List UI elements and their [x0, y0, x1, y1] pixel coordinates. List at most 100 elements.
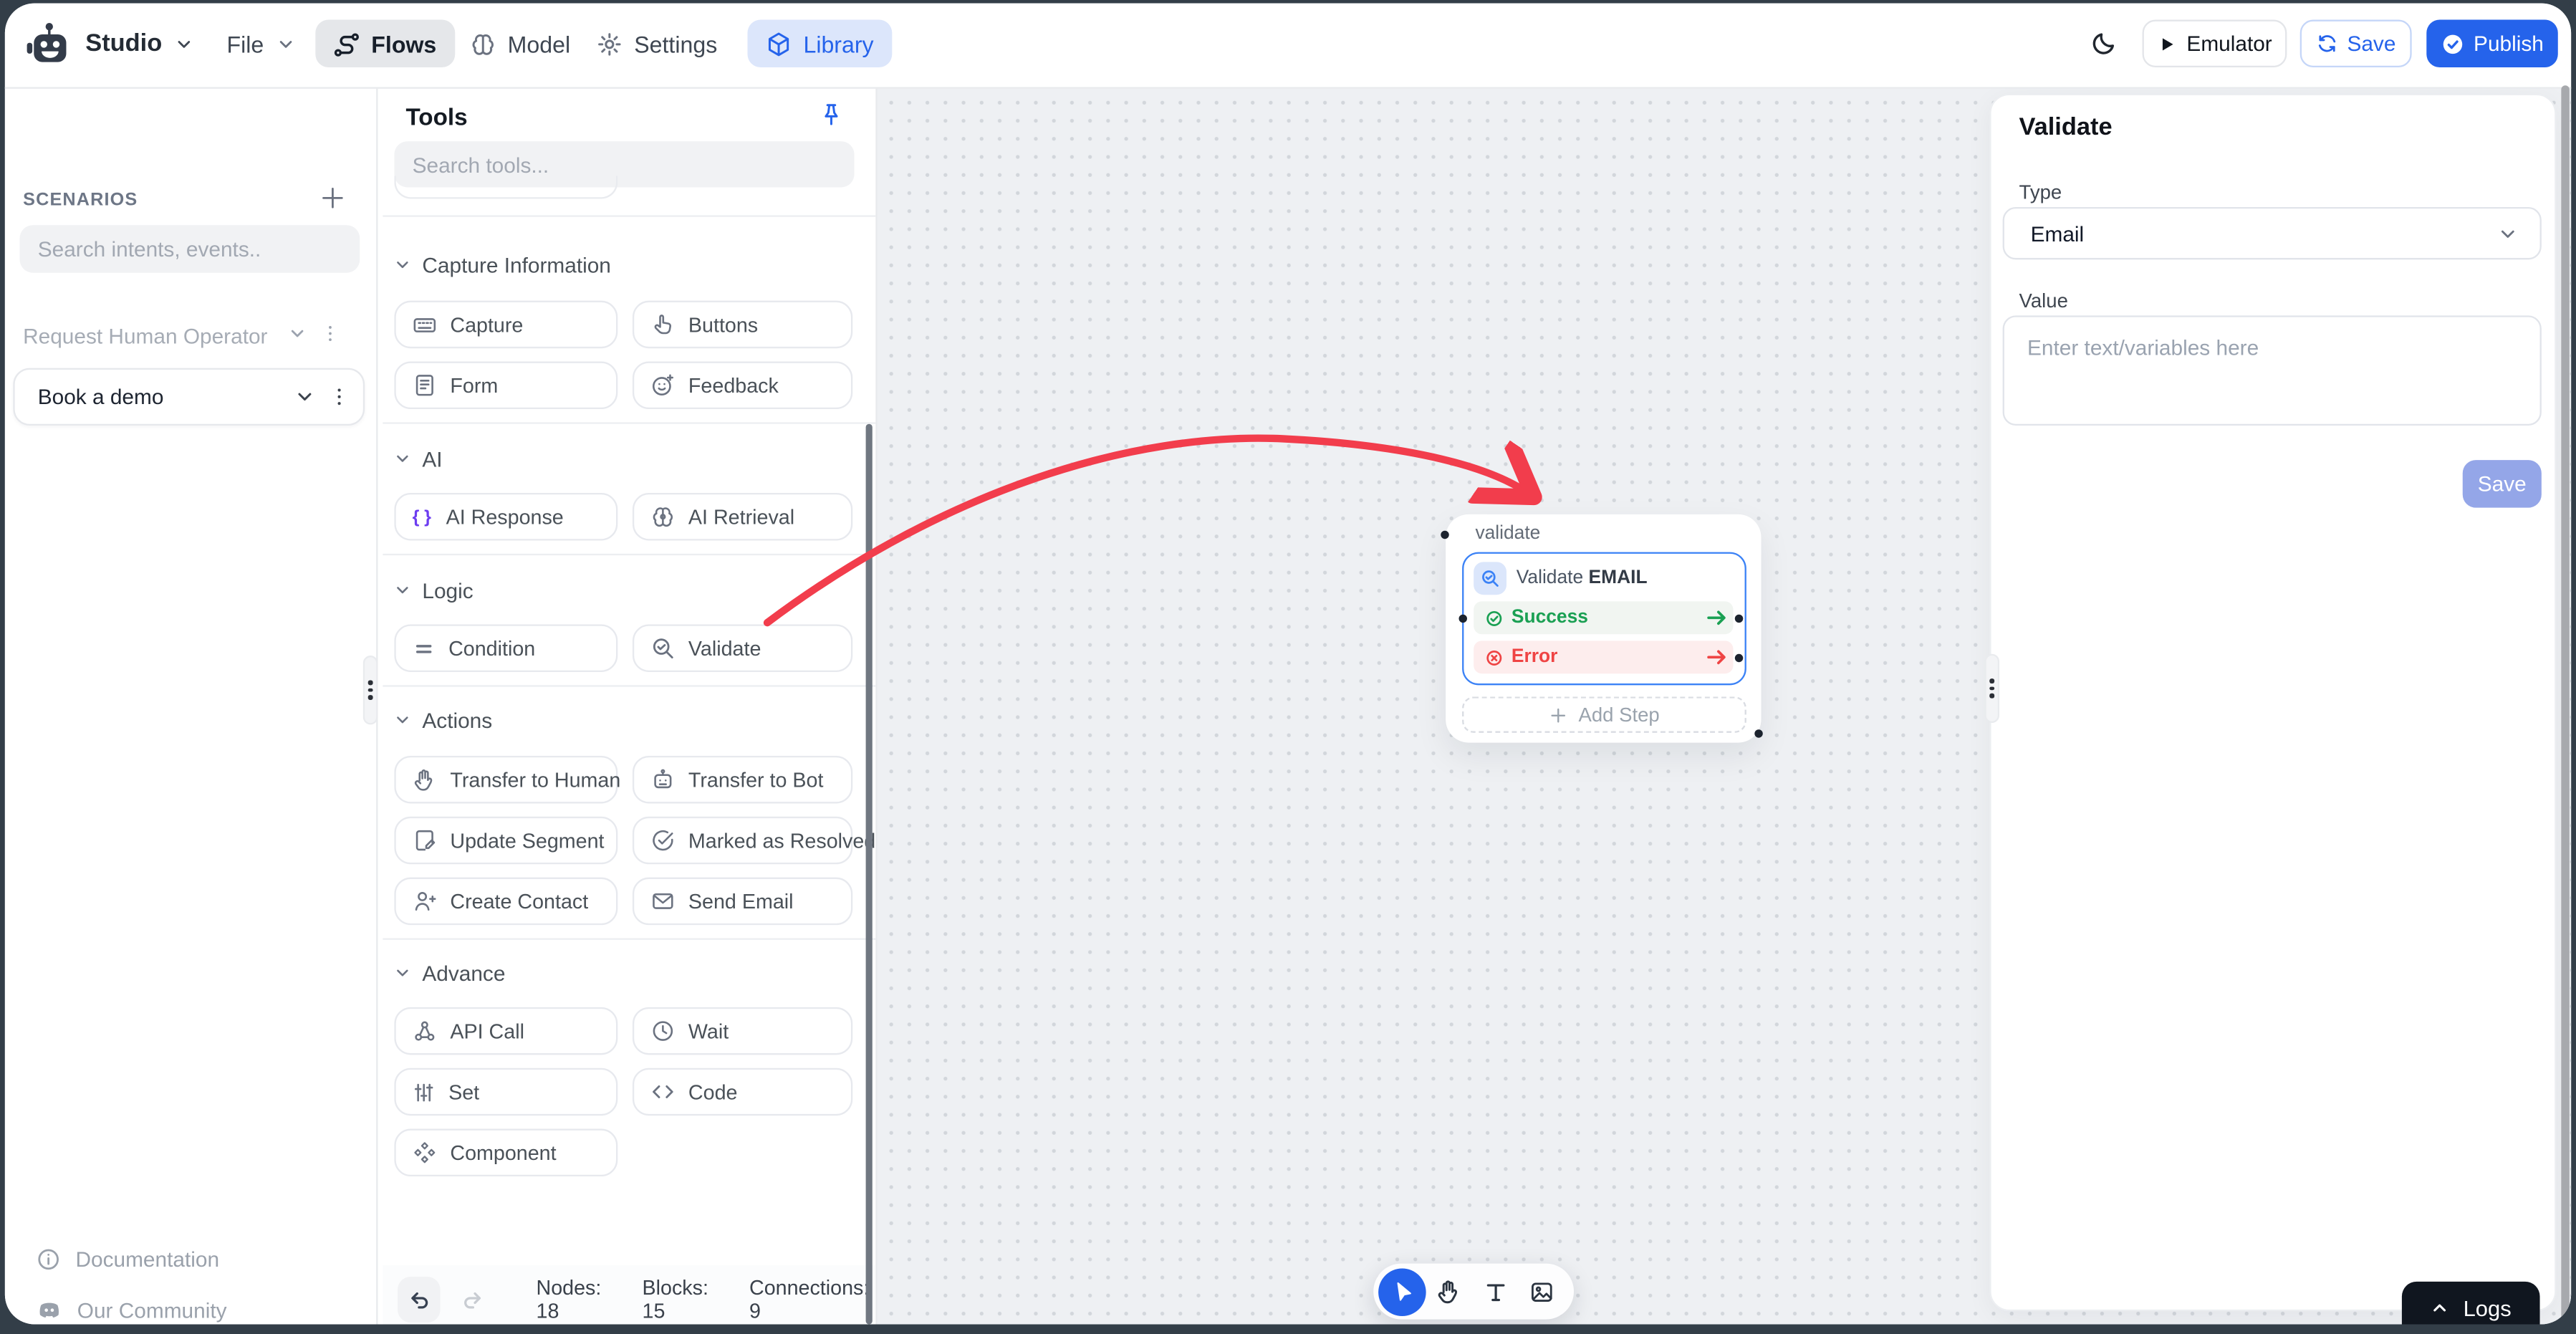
section-label: Capture Information [422, 252, 611, 277]
image-tool-button[interactable] [1518, 1268, 1564, 1314]
text-tool-icon [1483, 1279, 1507, 1303]
error-branch-row[interactable]: Error [1474, 640, 1733, 673]
tools-scrollbar[interactable] [866, 424, 873, 1325]
port-arrow-icon [1707, 610, 1729, 626]
kebab-menu-icon[interactable] [329, 386, 350, 408]
palm-hand-icon [1436, 1278, 1462, 1305]
scenario-item-request-human-operator[interactable]: Request Human Operator [23, 320, 353, 350]
brand-menu[interactable]: Studio [24, 20, 193, 68]
tool-ai-response[interactable]: { } AI Response [394, 493, 617, 541]
tool-validate[interactable]: Validate [633, 624, 852, 672]
tool-marked-as-resolved[interactable]: Marked as Resolved [633, 817, 852, 865]
block-left-port[interactable] [1459, 615, 1467, 623]
validate-block[interactable]: Validate EMAIL Success [1462, 552, 1746, 686]
tool-transfer-to-human[interactable]: Transfer to Human [394, 756, 617, 804]
error-label: Error [1512, 648, 1558, 668]
divider [383, 685, 875, 686]
chevron-down-icon[interactable] [287, 324, 307, 344]
cube-icon [766, 30, 792, 57]
palm-hand-icon [413, 767, 437, 792]
publish-button[interactable]: Publish [2426, 20, 2557, 68]
pushpin-icon[interactable] [818, 102, 845, 128]
section-advance[interactable]: Advance [394, 959, 505, 986]
brand-label: Studio [85, 29, 162, 57]
scenario-label: Book a demo [38, 385, 164, 409]
tool-label: Component [450, 1141, 556, 1164]
tab-settings-label: Settings [634, 30, 717, 57]
play-icon [2157, 34, 2177, 54]
window-scrollbar[interactable] [2561, 85, 2569, 1321]
tool-component[interactable]: Component [394, 1129, 617, 1177]
section-logic[interactable]: Logic [394, 577, 473, 603]
node-bottom-port[interactable] [1754, 729, 1762, 737]
flow-node-validate[interactable]: validate Validate EMAIL Su [1446, 514, 1761, 743]
tool-form[interactable]: Form [394, 362, 617, 410]
theme-toggle-moon-icon[interactable] [2090, 29, 2118, 57]
redo-button[interactable] [453, 1280, 490, 1320]
tools-footer: Nodes: 18 Blocks: 15 Connections: 9 [383, 1265, 875, 1325]
save-button[interactable]: Save [2463, 460, 2542, 508]
tab-model[interactable]: Model [470, 20, 570, 68]
tool-label: Transfer to Bot [688, 768, 824, 791]
tool-api-call[interactable]: API Call [394, 1007, 617, 1055]
community-link[interactable]: Our Community [36, 1296, 226, 1323]
type-select[interactable]: Email [2003, 207, 2542, 259]
tool-code[interactable]: Code [633, 1068, 852, 1116]
tool-create-contact[interactable]: Create Contact [394, 878, 617, 926]
tool-label: Wait [688, 1019, 729, 1042]
undo-button[interactable] [398, 1277, 441, 1323]
value-input[interactable] [2003, 315, 2542, 426]
sidebar-resize-handle[interactable] [363, 656, 378, 724]
tool-capture[interactable]: Capture [394, 301, 617, 349]
logs-button[interactable]: Logs [2402, 1282, 2540, 1325]
text-tool-button[interactable] [1472, 1268, 1518, 1314]
tool-update-segment[interactable]: Update Segment [394, 817, 617, 865]
menu-file[interactable]: File [226, 20, 294, 68]
pan-tool-button[interactable] [1426, 1268, 1472, 1314]
tool-condition[interactable]: Condition [394, 624, 617, 672]
tab-flows[interactable]: Flows [315, 20, 454, 68]
brain-dot-icon [650, 504, 675, 529]
tab-settings[interactable]: Settings [596, 20, 717, 68]
chevron-down-icon [2497, 223, 2519, 244]
section-capture-information[interactable]: Capture Information [394, 251, 611, 278]
scenario-item-book-a-demo[interactable]: Book a demo [13, 368, 365, 426]
tool-label: Create Contact [450, 890, 588, 913]
documentation-link[interactable]: Documentation [36, 1247, 219, 1272]
success-output-port[interactable] [1735, 615, 1743, 623]
circle-check-icon [650, 828, 675, 853]
section-ai[interactable]: AI [394, 446, 442, 472]
panel-resize-handle[interactable] [1984, 654, 1999, 723]
plus-icon [1549, 706, 1567, 724]
tool-label: Buttons [688, 313, 758, 336]
tool-send-email[interactable]: Send Email [633, 878, 852, 926]
gear-icon [596, 30, 623, 57]
success-branch-row[interactable]: Success [1474, 601, 1733, 634]
chevron-down-icon[interactable] [294, 386, 316, 408]
app-window: validate Validate EMAIL Su [5, 4, 2571, 1325]
add-step-button[interactable]: Add Step [1462, 696, 1746, 732]
kebab-menu-icon[interactable] [320, 324, 340, 344]
section-actions[interactable]: Actions [394, 706, 492, 733]
partially-scrolled-tool[interactable] [394, 176, 617, 198]
tab-library[interactable]: Library [747, 20, 891, 68]
scenarios-search-input[interactable] [20, 225, 360, 273]
tool-transfer-to-bot[interactable]: Transfer to Bot [633, 756, 852, 804]
save-flow-button[interactable]: Save [2300, 20, 2412, 68]
error-output-port[interactable] [1735, 654, 1743, 662]
tool-ai-retrieval[interactable]: AI Retrieval [633, 493, 852, 541]
add-scenario-button[interactable] [320, 186, 345, 210]
pointer-hand-icon [650, 312, 675, 337]
braces-icon: { } [413, 507, 433, 527]
tool-buttons[interactable]: Buttons [633, 301, 852, 349]
tool-feedback[interactable]: Feedback [633, 362, 852, 410]
chevron-up-icon [2431, 1298, 2451, 1318]
add-step-label: Add Step [1578, 704, 1659, 726]
node-input-port[interactable] [1441, 531, 1448, 539]
tool-wait[interactable]: Wait [633, 1007, 852, 1055]
emulator-button[interactable]: Emulator [2143, 20, 2287, 68]
tool-label: Form [450, 374, 498, 397]
select-tool-button[interactable] [1378, 1267, 1426, 1315]
tool-set[interactable]: Set [394, 1068, 617, 1116]
tool-label: Transfer to Human [450, 768, 620, 791]
